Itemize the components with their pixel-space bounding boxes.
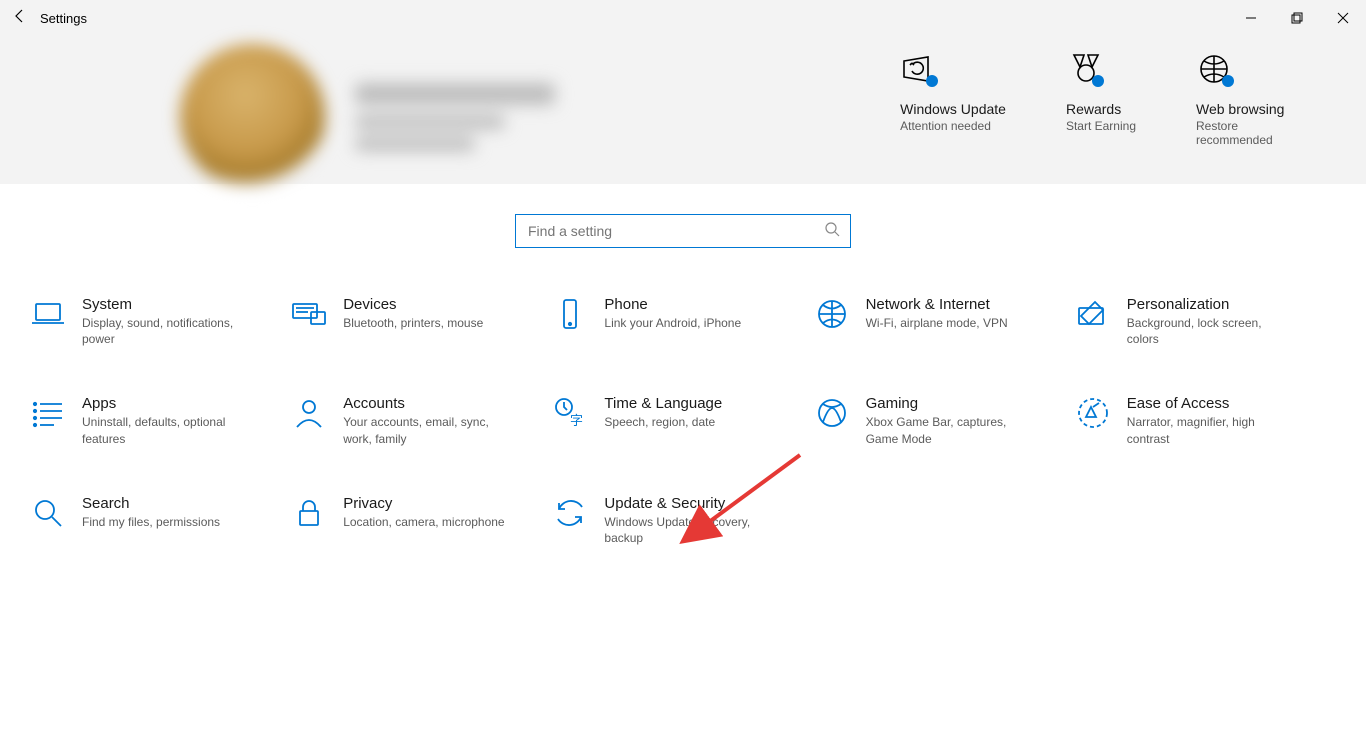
category-sub: Xbox Game Bar, captures, Game Mode (866, 414, 1036, 446)
medal-icon (1066, 46, 1136, 91)
person-icon (291, 395, 327, 431)
category-title: Gaming (866, 395, 1036, 412)
tile-title: Rewards (1066, 101, 1136, 117)
avatar (180, 44, 325, 189)
hero-tiles: Windows Update Attention needed Rewards … (900, 46, 1316, 147)
category-system[interactable]: System Display, sound, notifications, pow… (30, 296, 291, 347)
tile-title: Web browsing (1196, 101, 1316, 117)
time-language-icon: 字 (552, 395, 588, 431)
close-button[interactable] (1320, 0, 1366, 36)
category-title: Network & Internet (866, 296, 1008, 313)
globe-icon (814, 296, 850, 332)
category-title: Personalization (1127, 296, 1297, 313)
category-time[interactable]: 字 Time & Language Speech, region, date (552, 395, 813, 446)
category-gaming[interactable]: Gaming Xbox Game Bar, captures, Game Mode (814, 395, 1075, 446)
window-controls (1228, 0, 1366, 36)
category-sub: Link your Android, iPhone (604, 315, 741, 331)
tile-title: Windows Update (900, 101, 1006, 117)
category-ease[interactable]: Ease of Access Narrator, magnifier, high … (1075, 395, 1336, 446)
profile-blurred (180, 44, 555, 189)
category-sub: Location, camera, microphone (343, 514, 504, 530)
category-sub: Display, sound, notifications, power (82, 315, 252, 347)
search-icon (824, 221, 840, 242)
category-sub: Bluetooth, printers, mouse (343, 315, 483, 331)
category-title: Accounts (343, 395, 513, 412)
category-title: Time & Language (604, 395, 722, 412)
list-icon (30, 395, 66, 431)
category-sub: Your accounts, email, sync, work, family (343, 414, 513, 446)
category-update[interactable]: Update & Security Windows Update, recover… (552, 495, 813, 546)
category-network[interactable]: Network & Internet Wi-Fi, airplane mode, … (814, 296, 1075, 347)
laptop-icon (30, 296, 66, 332)
tile-windows-update[interactable]: Windows Update Attention needed (900, 46, 1006, 147)
tile-sub: Start Earning (1066, 119, 1136, 133)
minimize-button[interactable] (1228, 0, 1274, 36)
category-grid: System Display, sound, notifications, pow… (30, 296, 1336, 546)
category-search[interactable]: Search Find my files, permissions (30, 495, 291, 546)
category-personalization[interactable]: Personalization Background, lock screen, … (1075, 296, 1336, 347)
tile-rewards[interactable]: Rewards Start Earning (1066, 46, 1136, 147)
category-title: Search (82, 495, 220, 512)
maximize-button[interactable] (1274, 0, 1320, 36)
search-box[interactable] (515, 214, 851, 248)
category-privacy[interactable]: Privacy Location, camera, microphone (291, 495, 552, 546)
category-sub: Narrator, magnifier, high contrast (1127, 414, 1297, 446)
window-title: Settings (40, 11, 87, 26)
category-title: Apps (82, 395, 252, 412)
xbox-icon (814, 395, 850, 431)
category-title: Ease of Access (1127, 395, 1297, 412)
keyboard-icon (291, 296, 327, 332)
globe-icon (1196, 46, 1316, 91)
sync-arrows-icon (552, 495, 588, 531)
category-apps[interactable]: Apps Uninstall, defaults, optional featur… (30, 395, 291, 446)
tile-sub: Restore recommended (1196, 119, 1316, 147)
sync-icon (900, 46, 1006, 91)
category-sub: Speech, region, date (604, 414, 722, 430)
titlebar: Settings (0, 0, 1366, 36)
category-sub: Wi-Fi, airplane mode, VPN (866, 315, 1008, 331)
category-sub: Windows Update, recovery, backup (604, 514, 774, 546)
search-row (0, 214, 1366, 248)
lock-icon (291, 495, 327, 531)
category-devices[interactable]: Devices Bluetooth, printers, mouse (291, 296, 552, 347)
category-title: Update & Security (604, 495, 774, 512)
search-input[interactable] (526, 222, 824, 240)
magnify-icon (30, 495, 66, 531)
svg-text:字: 字 (570, 413, 583, 428)
category-title: Devices (343, 296, 483, 313)
category-phone[interactable]: Phone Link your Android, iPhone (552, 296, 813, 347)
category-sub: Find my files, permissions (82, 514, 220, 530)
tile-sub: Attention needed (900, 119, 1006, 133)
pen-monitor-icon (1075, 296, 1111, 332)
phone-icon (552, 296, 588, 332)
category-sub: Background, lock screen, colors (1127, 315, 1297, 347)
category-sub: Uninstall, defaults, optional features (82, 414, 252, 446)
accessibility-icon (1075, 395, 1111, 431)
hero: Windows Update Attention needed Rewards … (0, 36, 1366, 184)
category-title: System (82, 296, 252, 313)
category-accounts[interactable]: Accounts Your accounts, email, sync, work… (291, 395, 552, 446)
back-button[interactable] (0, 8, 40, 29)
category-title: Phone (604, 296, 741, 313)
category-title: Privacy (343, 495, 504, 512)
tile-web-browsing[interactable]: Web browsing Restore recommended (1196, 46, 1316, 147)
